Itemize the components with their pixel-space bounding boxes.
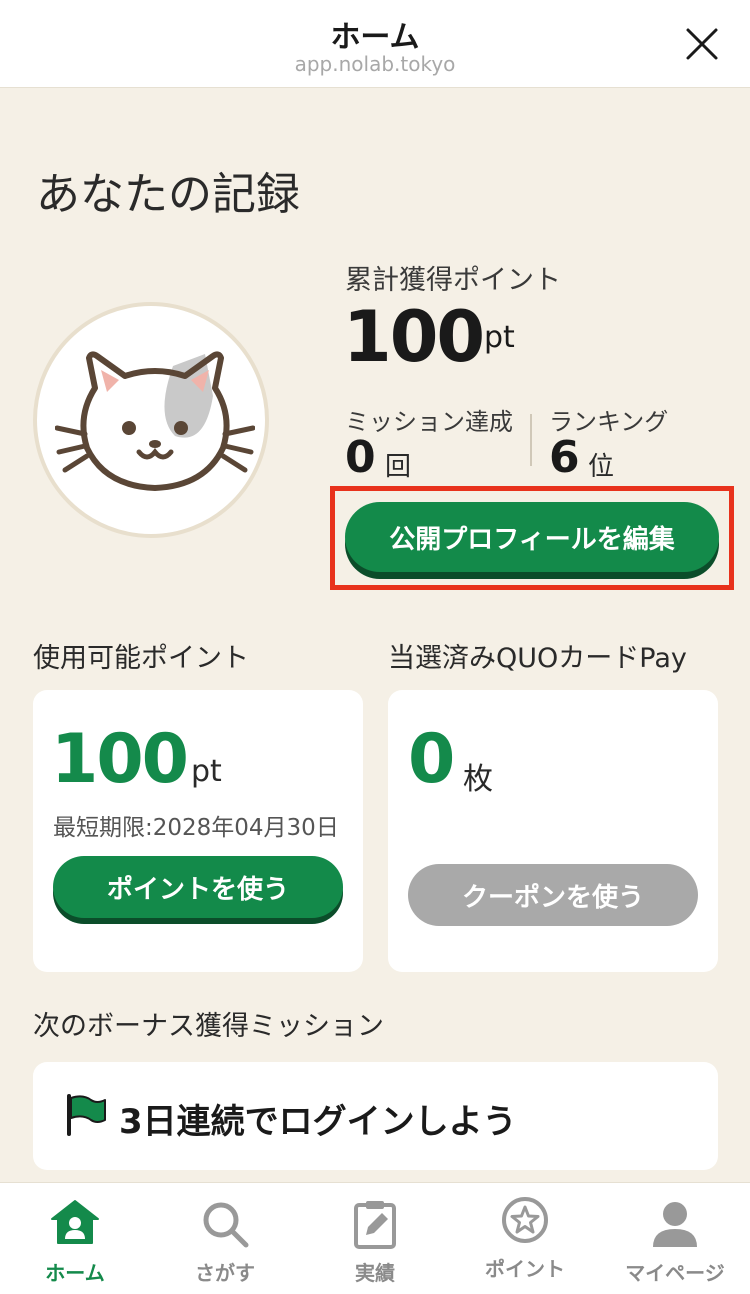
- nav-label-search: さがす: [195, 1261, 255, 1285]
- points-card: 100 pt 最短期限:2028年04月30日 ポイントを使う: [33, 690, 363, 972]
- page-url: app.nolab.tokyo: [294, 52, 456, 76]
- nav-label-home: ホーム: [45, 1261, 105, 1285]
- nav-label-points: ポイント: [485, 1257, 565, 1281]
- missions-value: 0: [345, 432, 376, 483]
- nav-label-mypage: マイページ: [625, 1261, 725, 1285]
- total-points-value: 100: [343, 296, 485, 378]
- edit-profile-button[interactable]: 公開プロフィールを編集: [345, 502, 719, 572]
- quo-card: 0 枚 クーポンを使う: [388, 690, 718, 972]
- points-unit: pt: [191, 754, 222, 789]
- ranking-value: 6: [549, 432, 580, 483]
- points-card-title: 使用可能ポイント: [33, 643, 249, 674]
- total-points-label: 累計獲得ポイント: [345, 265, 561, 296]
- avatar: [33, 302, 269, 538]
- nav-item-search[interactable]: さがす: [150, 1183, 300, 1294]
- quo-card-title: 当選済みQUOカードPay: [388, 643, 687, 674]
- missions-unit: 回: [385, 452, 412, 482]
- cat-avatar-icon: [55, 351, 255, 491]
- points-value: 100: [51, 720, 189, 799]
- use-coupon-button[interactable]: クーポンを使う: [408, 864, 698, 926]
- home-icon: [51, 1200, 99, 1244]
- mission-item: 3日連続でログインしよう: [119, 1102, 517, 1142]
- flag-icon: [67, 1094, 106, 1136]
- nav-item-achievements[interactable]: 実績: [300, 1183, 450, 1294]
- nav-label-achievements: 実績: [355, 1261, 395, 1285]
- nav-item-home[interactable]: ホーム: [0, 1183, 150, 1294]
- close-button[interactable]: [682, 24, 722, 64]
- bottom-nav: ホーム さがす 実績 ポイント マイページ: [0, 1182, 750, 1294]
- header: ホーム app.nolab.tokyo: [0, 0, 750, 88]
- use-points-button[interactable]: ポイントを使う: [53, 856, 343, 918]
- nav-item-points[interactable]: ポイント: [450, 1183, 600, 1294]
- star-icon: [502, 1197, 548, 1243]
- mission-card[interactable]: 3日連続でログインしよう: [33, 1062, 718, 1170]
- points-expiry: 最短期限:2028年04月30日: [53, 815, 339, 841]
- total-points-unit: pt: [484, 320, 515, 355]
- quo-value: 0: [408, 720, 455, 799]
- mission-title: 次のボーナス獲得ミッション: [33, 1011, 384, 1042]
- page-title: ホーム: [330, 20, 420, 55]
- search-icon: [203, 1202, 249, 1248]
- nav-item-mypage[interactable]: マイページ: [600, 1183, 750, 1294]
- ranking-unit: 位: [588, 452, 615, 482]
- close-icon: [686, 28, 718, 60]
- quo-unit: 枚: [463, 762, 493, 797]
- stat-divider: [530, 414, 532, 466]
- clipboard-icon: [354, 1201, 396, 1249]
- user-icon: [653, 1202, 697, 1247]
- record-title: あなたの記録: [36, 169, 300, 220]
